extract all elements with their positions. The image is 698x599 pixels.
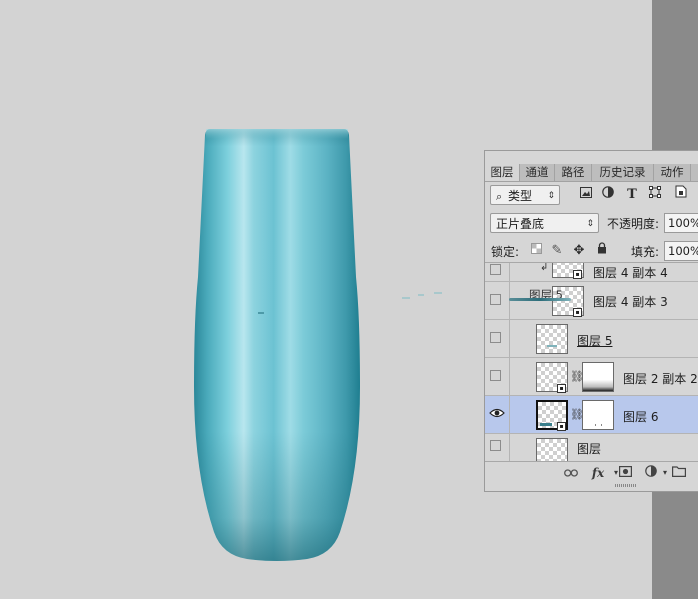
layer-name[interactable]: 图层 4 副本 4 [593,264,668,281]
lock-label: 锁定: [491,245,520,259]
tab-history[interactable]: 历史记录 [592,164,654,181]
visibility-toggle[interactable] [490,370,501,381]
visibility-toggle[interactable] [490,332,501,343]
layer-mask-thumbnail[interactable] [582,400,614,430]
layer-row-selected[interactable]: ▪ ⛓ 图层 6 [485,396,698,434]
lock-paint-icon[interactable]: ✎ [549,241,565,261]
panel-resize-grip[interactable] [615,484,637,487]
opacity-input[interactable]: 100% [664,213,698,233]
layer-row[interactable]: ↲ ▪ 图层 4 副本 4 [485,262,698,282]
layer-filter-select[interactable]: ⌕ 类型 ⇕ [490,185,560,205]
smart-object-icon: ▪ [573,270,582,279]
link-layers-icon[interactable] [562,464,580,482]
blend-row: 正片叠底 ⇕ 不透明度: 100% [485,213,698,233]
layer-name[interactable]: 图层 [577,440,601,457]
layer-name[interactable]: 图层 6 [623,408,658,425]
canvas-speck [258,312,264,314]
layer-thumbnail [536,438,568,462]
lock-all-icon[interactable] [594,241,610,261]
chevron-updown-icon: ⇕ [586,219,594,229]
opacity-label: 不透明度: [607,217,660,231]
add-mask-icon[interactable] [616,464,634,482]
column-divider [509,396,510,434]
visibility-toggle[interactable] [490,264,501,275]
smart-object-icon: ▪ [557,422,566,431]
canvas-speck [418,294,424,296]
visibility-toggle[interactable] [490,440,501,451]
smart-object-icon: ▪ [573,308,582,317]
lock-row: 锁定: ✎ ✥ 填充: 100% [485,241,698,261]
layer-name[interactable]: 图层 2 副本 2 [623,370,698,387]
chevron-updown-icon: ⇕ [547,191,555,201]
column-divider [509,263,510,282]
layers-bottom-bar: fx ▾ ▾ [485,461,698,484]
tab-channels[interactable]: 通道 [520,164,555,181]
layer-row[interactable]: 图层 5 [485,320,698,358]
column-divider [509,282,510,320]
smart-object-icon: ▪ [557,384,566,393]
layer-name[interactable]: 图层 4 副本 3 [593,293,668,310]
fill-input[interactable]: 100% [664,241,698,261]
layer-row[interactable]: 图层 [485,434,698,462]
visibility-toggle[interactable] [490,294,501,305]
layer-name[interactable]: 图层 5 [577,332,612,349]
shape-filter-icon[interactable] [647,185,663,205]
layer-list[interactable]: ↲ ▪ 图层 4 副本 4 ▪ 图层 4 副本 3 图层 5 图层 5 ▪ ⛓ … [485,262,698,462]
panel-tab-bar: 图层 通道 路径 历史记录 动作 [485,164,698,182]
tab-actions[interactable]: 动作 [654,164,691,181]
fx-icon[interactable]: fx [589,464,607,482]
tab-layers[interactable]: 图层 [485,164,520,181]
column-divider [509,320,510,358]
layer-row[interactable]: ▪ 图层 4 副本 3 图层 5 [485,282,698,320]
search-icon: ⌕ [496,190,503,203]
image-filter-icon[interactable] [578,185,594,205]
clipping-arrow-icon: ↲ [540,262,549,273]
layer-mask-thumbnail[interactable] [582,362,614,392]
tab-paths[interactable]: 路径 [555,164,592,181]
adjustment-filter-icon[interactable] [600,185,616,205]
layer-filter-value: 类型 [508,189,533,203]
eye-icon[interactable] [489,406,505,420]
layer-row[interactable]: ▪ ⛓ 图层 2 副本 2 [485,358,698,396]
type-filter-icon[interactable]: T [624,185,640,205]
canvas-speck [434,292,442,294]
canvas-speck [402,297,410,299]
lock-move-icon[interactable]: ✥ [571,241,587,261]
smart-object-filter-icon[interactable] [673,185,689,205]
column-divider [509,434,510,462]
column-divider [509,358,510,396]
fill-label: 填充: [631,245,660,259]
blend-mode-value: 正片叠底 [496,217,545,231]
vase-artwork [194,129,360,561]
layer-thumbnail [536,324,568,354]
lock-transparent-icon[interactable] [528,241,544,261]
new-group-icon[interactable] [670,464,688,482]
layers-panel: 图层 通道 路径 历史记录 动作 ⌕ 类型 ⇕ T 正片叠底 ⇕ 不透明度: 1… [484,150,698,492]
drag-ghost-stroke [509,298,571,301]
layer-filter-row: ⌕ 类型 ⇕ T [485,185,698,205]
blend-mode-select[interactable]: 正片叠底 ⇕ [490,213,599,233]
